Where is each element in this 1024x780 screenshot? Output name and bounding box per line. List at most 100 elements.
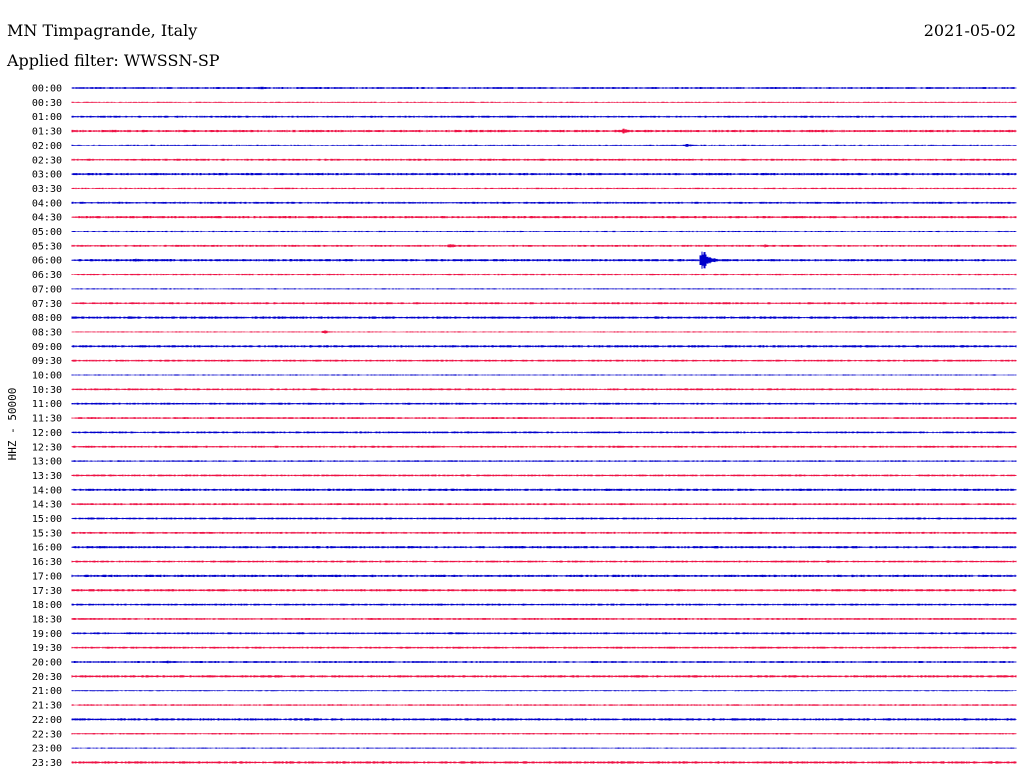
time-tick-label: 20:30 [32,672,62,683]
time-tick-labels: 00:00 00:30 01:00 01:30 02:00 02:30 03:00 03:30… [32,84,62,769]
time-tick-label: 08:00 [32,313,62,324]
trace-0900 [71,345,1017,348]
trace-0400 [71,201,1017,204]
trace-0600 [71,251,1017,269]
time-tick-label: 19:30 [32,643,62,654]
trace-1200 [71,431,1017,434]
trace-2330 [71,761,1017,764]
time-tick-label: 14:00 [32,485,62,496]
time-tick-label: 00:30 [32,98,62,109]
trace-1500 [71,517,1017,520]
time-tick-label: 18:30 [32,614,62,625]
trace-1830 [71,618,1017,620]
time-tick-label: 18:00 [32,600,62,611]
trace-0700 [71,288,1017,290]
time-tick-label: 04:00 [32,198,62,209]
time-tick-label: 06:30 [32,270,62,281]
trace-2100 [71,690,1017,692]
time-tick-label: 12:00 [32,428,62,439]
time-tick-label: 02:30 [32,155,62,166]
time-tick-label: 23:30 [32,758,62,769]
time-tick-label: 15:00 [32,514,62,525]
trace-0230 [71,158,1017,161]
time-tick-label: 23:00 [32,744,62,755]
time-tick-label: 02:00 [32,141,62,152]
trace-0500 [71,230,1017,233]
time-tick-label: 20:00 [32,658,62,669]
time-tick-label: 04:30 [32,213,62,224]
trace-1030 [71,388,1017,391]
time-tick-label: 21:30 [32,701,62,712]
time-tick-label: 09:00 [32,342,62,353]
time-tick-label: 07:00 [32,284,62,295]
trace-2030 [71,675,1017,678]
trace-0930 [71,359,1017,362]
time-tick-label: 05:30 [32,241,62,252]
trace-0630 [71,273,1017,276]
trace-1900 [71,632,1017,635]
trace-1130 [71,417,1017,419]
filter-label: Applied filter: WWSSN-SP [6,51,220,70]
trace-1230 [71,445,1017,448]
trace-2300 [71,747,1017,749]
time-tick-label: 16:30 [32,557,62,568]
time-tick-label: 21:00 [32,686,62,697]
trace-0030 [71,101,1017,103]
time-tick-label: 17:00 [32,571,62,582]
time-tick-label: 06:00 [32,256,62,267]
trace-0430 [71,216,1017,219]
trace-1630 [71,560,1017,563]
time-tick-label: 01:30 [32,127,62,138]
seismogram-traces [71,86,1017,764]
trace-1600 [71,546,1017,549]
time-tick-label: 16:00 [32,543,62,554]
trace-2000 [71,660,1017,664]
time-tick-label: 12:30 [32,442,62,453]
time-tick-label: 13:00 [32,457,62,468]
record-date: 2021-05-02 [924,21,1016,40]
time-tick-label: 07:30 [32,299,62,310]
time-tick-label: 22:00 [32,715,62,726]
trace-1100 [71,402,1017,405]
trace-2130 [71,704,1017,706]
trace-0530 [71,244,1017,248]
trace-0730 [71,302,1017,305]
time-tick-label: 17:30 [32,586,62,597]
trace-1730 [71,589,1017,592]
time-tick-label: 11:00 [32,399,62,410]
station-title: MN Timpagrande, Italy [7,21,197,40]
time-tick-label: 01:00 [32,112,62,123]
time-tick-label: 09:30 [32,356,62,367]
time-tick-label: 03:00 [32,170,62,181]
trace-0100 [71,115,1017,118]
time-tick-label: 03:30 [32,184,62,195]
time-tick-label: 05:00 [32,227,62,238]
trace-0130 [71,128,1017,134]
trace-0800 [71,316,1017,319]
trace-0000 [71,86,1017,90]
trace-1330 [71,474,1017,477]
time-tick-label: 13:30 [32,471,62,482]
time-tick-label: 10:00 [32,371,62,382]
trace-0300 [71,172,1017,176]
time-tick-label: 15:30 [32,528,62,539]
time-tick-label: 22:30 [32,729,62,740]
trace-1800 [71,603,1017,606]
trace-1930 [71,646,1017,649]
time-tick-label: 14:30 [32,500,62,511]
time-tick-label: 00:00 [32,84,62,95]
trace-2230 [71,733,1017,735]
trace-1530 [71,531,1017,534]
time-tick-label: 19:00 [32,629,62,640]
time-tick-label: 10:30 [32,385,62,396]
trace-1700 [71,574,1017,578]
trace-1430 [71,503,1017,506]
trace-0200 [71,144,1017,147]
time-tick-label: 08:30 [32,327,62,338]
time-tick-label: 11:30 [32,414,62,425]
trace-0830 [71,330,1017,334]
helicorder-chart: MN Timpagrande, Italy 2021-05-02 Applied… [6,21,1017,769]
trace-2200 [71,718,1017,721]
trace-1400 [71,488,1017,491]
trace-0330 [71,187,1017,190]
